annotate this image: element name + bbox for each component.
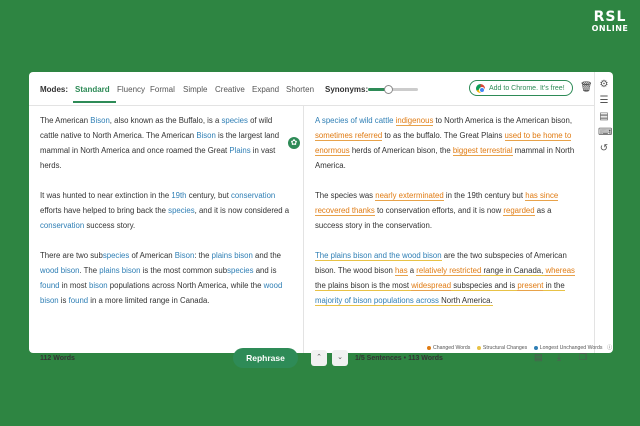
mode-tab-formal[interactable]: Formal bbox=[150, 85, 175, 94]
modes-label: Modes: bbox=[40, 85, 68, 94]
keyboard-icon[interactable]: ⌨ bbox=[598, 127, 612, 139]
mode-tab-simple[interactable]: Simple bbox=[183, 85, 207, 94]
output-pane: A species of wild cattle indigenous to N… bbox=[304, 105, 594, 366]
compare-icon[interactable]: ☰ bbox=[598, 95, 610, 107]
output-paragraph-3: The plains bison and the wood bison are … bbox=[315, 251, 575, 306]
output-paragraph-2: The species was nearly exterminated in t… bbox=[315, 191, 559, 230]
add-to-chrome-label: Add to Chrome. It's free! bbox=[489, 85, 565, 92]
plugin-badge-icon[interactable]: ✿ bbox=[288, 137, 300, 149]
rephrase-button[interactable]: Rephrase bbox=[233, 348, 298, 368]
highlight-legend: Changed Words Structural Changes Longest… bbox=[422, 344, 612, 351]
input-pane[interactable]: The American Bison, also known as the Bu… bbox=[29, 105, 304, 368]
input-word-count: 112 Words bbox=[40, 355, 75, 362]
input-paragraph-3: There are two subspecies of American Bis… bbox=[40, 251, 283, 305]
legend-longest: Longest Unchanged Words bbox=[539, 345, 603, 351]
sentence-stats: 1/5 Sentences • 113 Words bbox=[355, 355, 443, 362]
input-text[interactable]: The American Bison, also known as the Bu… bbox=[40, 113, 290, 323]
stats-chart-icon[interactable]: ▤ bbox=[534, 352, 543, 363]
longest-dot bbox=[533, 345, 538, 350]
logo-line2: ONLINE bbox=[591, 24, 629, 33]
mode-tab-creative[interactable]: Creative bbox=[215, 85, 245, 94]
add-to-chrome-button[interactable]: Add to Chrome. It's free! bbox=[469, 80, 573, 96]
chrome-icon bbox=[476, 84, 485, 93]
next-sentence-button[interactable]: ⌄ bbox=[332, 350, 348, 366]
paraphraser-card: Modes: Standard Fluency Formal Simple Cr… bbox=[29, 72, 594, 368]
copy-icon[interactable]: ❐ bbox=[579, 352, 587, 363]
notes-icon[interactable]: ▤ bbox=[598, 111, 610, 123]
download-icon[interactable]: ⤓ bbox=[557, 352, 561, 363]
right-tool-rail: ⚙ ☰ ▤ ⌨ ↺ bbox=[594, 72, 613, 353]
structural-dot bbox=[476, 345, 481, 350]
mode-tab-shorten[interactable]: Shorten bbox=[286, 85, 314, 94]
prev-sentence-button[interactable]: ⌃ bbox=[311, 350, 327, 366]
toolbar: Modes: Standard Fluency Formal Simple Cr… bbox=[29, 72, 594, 106]
input-paragraph-2: It was hunted to near extinction in the … bbox=[40, 191, 290, 230]
output-text: A species of wild cattle indigenous to N… bbox=[315, 113, 581, 323]
synonyms-slider[interactable] bbox=[368, 85, 418, 94]
settings-gear-icon[interactable]: ⚙ bbox=[598, 79, 610, 91]
mode-tab-fluency[interactable]: Fluency bbox=[117, 85, 145, 94]
synonyms-slider-knob[interactable] bbox=[384, 85, 393, 94]
legend-structural: Structural Changes bbox=[482, 345, 528, 351]
output-paragraph-1: A species of wild cattle indigenous to N… bbox=[315, 116, 575, 170]
mode-tab-expand[interactable]: Expand bbox=[252, 85, 279, 94]
info-icon[interactable]: ⓘ bbox=[607, 345, 612, 351]
changed-dot bbox=[427, 345, 431, 350]
synonyms-label: Synonyms: bbox=[325, 85, 369, 94]
history-icon[interactable]: ↺ bbox=[598, 143, 610, 155]
mode-tab-standard[interactable]: Standard bbox=[75, 85, 110, 94]
active-mode-indicator bbox=[73, 101, 116, 103]
rsl-online-logo: RSL ONLINE bbox=[588, 10, 632, 38]
input-paragraph-1: The American Bison, also known as the Bu… bbox=[40, 116, 280, 170]
logo-line1: RSL bbox=[593, 9, 627, 25]
legend-changed: Changed Words bbox=[433, 345, 471, 351]
trash-icon[interactable]: 🗑 bbox=[580, 82, 593, 93]
